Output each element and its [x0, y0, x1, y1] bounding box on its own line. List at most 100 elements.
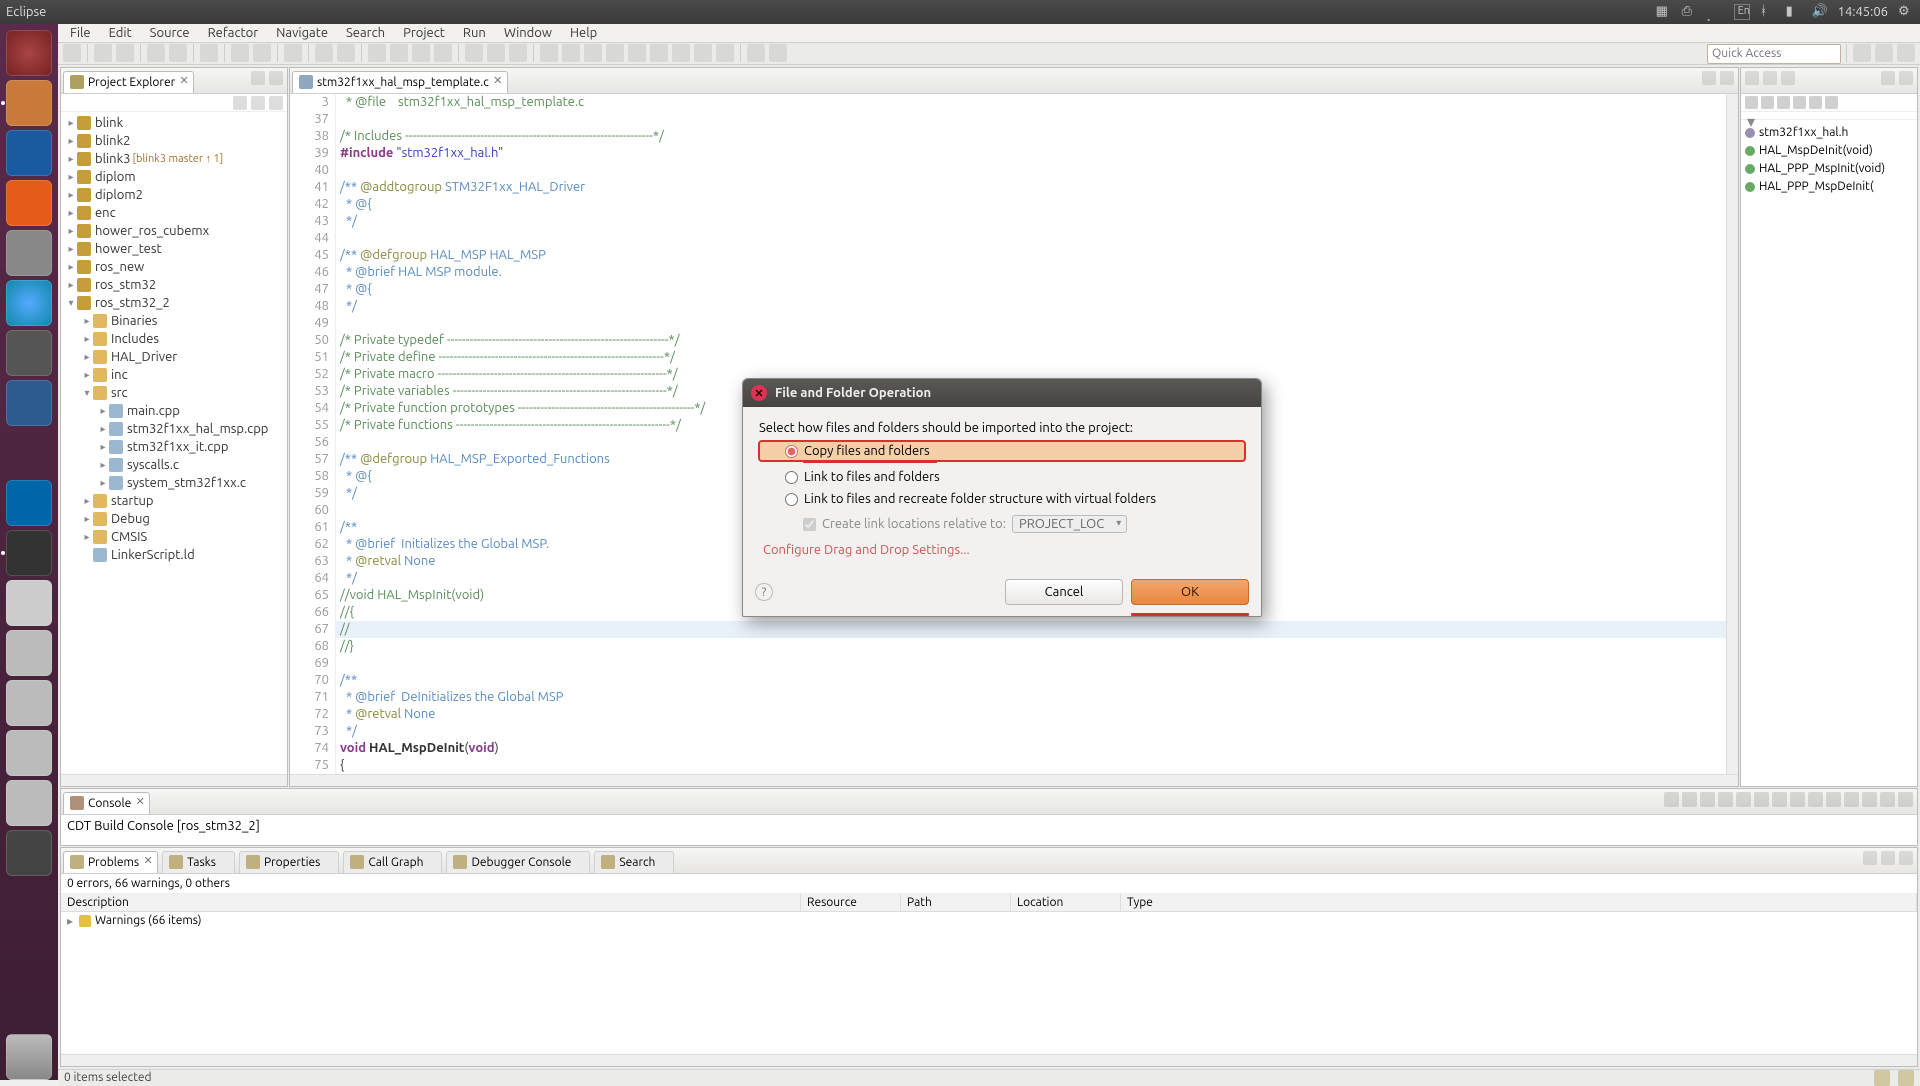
- outline-filter2[interactable]: [1761, 96, 1774, 109]
- outline-btn1[interactable]: [1745, 71, 1759, 85]
- close-icon[interactable]: ✕: [492, 76, 504, 88]
- console-btn[interactable]: [1790, 792, 1805, 807]
- column-header[interactable]: Path: [901, 894, 1011, 911]
- minimize-icon[interactable]: [1881, 851, 1895, 865]
- console-btn[interactable]: [1808, 792, 1823, 807]
- outline-item[interactable]: stm32f1xx_hal.h: [1745, 124, 1913, 142]
- minimize-icon[interactable]: [1881, 71, 1895, 85]
- launcher-drive3[interactable]: [6, 730, 52, 776]
- tb-gear[interactable]: [253, 44, 271, 62]
- outline-btn3[interactable]: [1781, 71, 1795, 85]
- console-btn[interactable]: [1682, 792, 1697, 807]
- tb-print[interactable]: [169, 44, 187, 62]
- console-btn[interactable]: [1844, 792, 1859, 807]
- console-tab[interactable]: Console ✕: [63, 792, 150, 814]
- bluetooth-icon[interactable]: ᚼ: [1760, 4, 1776, 20]
- launcher-arduino[interactable]: [6, 480, 52, 526]
- tree-item[interactable]: ▸enc: [61, 204, 287, 222]
- tree-item[interactable]: ▸diplom2: [61, 186, 287, 204]
- tree-item[interactable]: ▸ros_new: [61, 258, 287, 276]
- tb-bug[interactable]: [368, 44, 386, 62]
- console-btn[interactable]: [1718, 792, 1733, 807]
- tb-saveall[interactable]: [116, 44, 134, 62]
- tb-newfolder[interactable]: [487, 44, 505, 62]
- tree-item[interactable]: ▸syscalls.c: [61, 456, 287, 474]
- outline-filter1[interactable]: [1745, 96, 1758, 109]
- problems-group-row[interactable]: ▸ Warnings (66 items): [61, 912, 1917, 930]
- tree-item[interactable]: ▸startup: [61, 492, 287, 510]
- tab-debugger-console[interactable]: Debugger Console: [446, 851, 590, 873]
- tree-item[interactable]: ▸hower_test: [61, 240, 287, 258]
- tree-item[interactable]: ▸hower_ros_cubemx: [61, 222, 287, 240]
- tree-item[interactable]: ▸Binaries: [61, 312, 287, 330]
- tree-item[interactable]: ▸system_stm32f1xx.c: [61, 474, 287, 492]
- console-btn[interactable]: [1772, 792, 1787, 807]
- menu-refactor[interactable]: Refactor: [200, 24, 267, 42]
- tb-persp3[interactable]: [1897, 44, 1915, 62]
- view-menu-icon[interactable]: [269, 96, 283, 110]
- maximize-icon[interactable]: [1898, 792, 1913, 807]
- tb-step6[interactable]: [650, 44, 668, 62]
- tb-ext[interactable]: [434, 44, 452, 62]
- tb-run[interactable]: [390, 44, 408, 62]
- tree-item[interactable]: ▸main.cpp: [61, 402, 287, 420]
- tb-step9[interactable]: [716, 44, 734, 62]
- column-header[interactable]: Resource: [801, 894, 901, 911]
- tb-back[interactable]: [747, 44, 765, 62]
- minimize-icon[interactable]: [1702, 71, 1716, 85]
- column-header[interactable]: Type: [1121, 894, 1917, 911]
- menu-project[interactable]: Project: [395, 24, 453, 42]
- outline-item[interactable]: HAL_PPP_MspInit(void): [1745, 160, 1913, 178]
- tb-build[interactable]: [147, 44, 165, 62]
- tb-hammer[interactable]: [231, 44, 249, 62]
- scrollbar-h[interactable]: [61, 774, 287, 786]
- menu-search[interactable]: Search: [338, 24, 393, 42]
- tree-item[interactable]: ▸Includes: [61, 330, 287, 348]
- menu-run[interactable]: Run: [455, 24, 494, 42]
- tab-problems[interactable]: Problems✕: [63, 851, 158, 873]
- outline-filter4[interactable]: [1793, 96, 1806, 109]
- tb-box[interactable]: [284, 44, 302, 62]
- printer-icon[interactable]: ⎙: [1682, 4, 1698, 20]
- console-btn[interactable]: [1826, 792, 1841, 807]
- tree-item[interactable]: ▸stm32f1xx_it.cpp: [61, 438, 287, 456]
- tree-item[interactable]: ▸blink3 [blink3 master ↑ 1]: [61, 150, 287, 168]
- launcher-drive4[interactable]: [6, 780, 52, 826]
- menu-window[interactable]: Window: [496, 24, 560, 42]
- tb-debug-cfg[interactable]: [315, 44, 333, 62]
- keyboard-lang[interactable]: En: [1734, 4, 1750, 20]
- launcher-app2[interactable]: [6, 830, 52, 876]
- menu-file[interactable]: File: [62, 24, 99, 42]
- launcher-drive2[interactable]: [6, 680, 52, 726]
- launcher-settings[interactable]: [6, 230, 52, 276]
- tb-step4[interactable]: [606, 44, 624, 62]
- launcher-files[interactable]: [6, 80, 52, 126]
- link-editor-icon[interactable]: [251, 96, 265, 110]
- view-menu-icon[interactable]: [1863, 851, 1877, 865]
- tree-item[interactable]: ▾ros_stm32_2: [61, 294, 287, 312]
- scrollbar-h[interactable]: [61, 1054, 1917, 1066]
- tb-new[interactable]: [63, 44, 81, 62]
- tb-save[interactable]: [94, 44, 112, 62]
- scrollbar-h[interactable]: [290, 774, 1738, 786]
- tb-step2[interactable]: [562, 44, 580, 62]
- console-btn[interactable]: [1700, 792, 1715, 807]
- tb-runlast[interactable]: [412, 44, 430, 62]
- tb-step8[interactable]: [694, 44, 712, 62]
- outline-filter6[interactable]: [1825, 96, 1838, 109]
- outline-item[interactable]: HAL_MspDeInit(void): [1745, 142, 1913, 160]
- tab-properties[interactable]: Properties: [239, 851, 339, 873]
- tb-fwd[interactable]: [769, 44, 787, 62]
- tree-item[interactable]: LinkerScript.ld: [61, 546, 287, 564]
- tb-newfile[interactable]: [465, 44, 483, 62]
- launcher-drive1[interactable]: [6, 630, 52, 676]
- battery-icon[interactable]: ▮: [1786, 4, 1802, 20]
- outline-btn2[interactable]: [1763, 71, 1777, 85]
- tree-item[interactable]: ▸inc: [61, 366, 287, 384]
- tb-persp2[interactable]: [1875, 44, 1893, 62]
- maximize-icon[interactable]: [1720, 71, 1734, 85]
- tab-tasks[interactable]: Tasks: [162, 851, 235, 873]
- tb-step7[interactable]: [672, 44, 690, 62]
- editor-tab[interactable]: stm32f1xx_hal_msp_template.c ✕: [292, 71, 508, 93]
- console-btn[interactable]: [1754, 792, 1769, 807]
